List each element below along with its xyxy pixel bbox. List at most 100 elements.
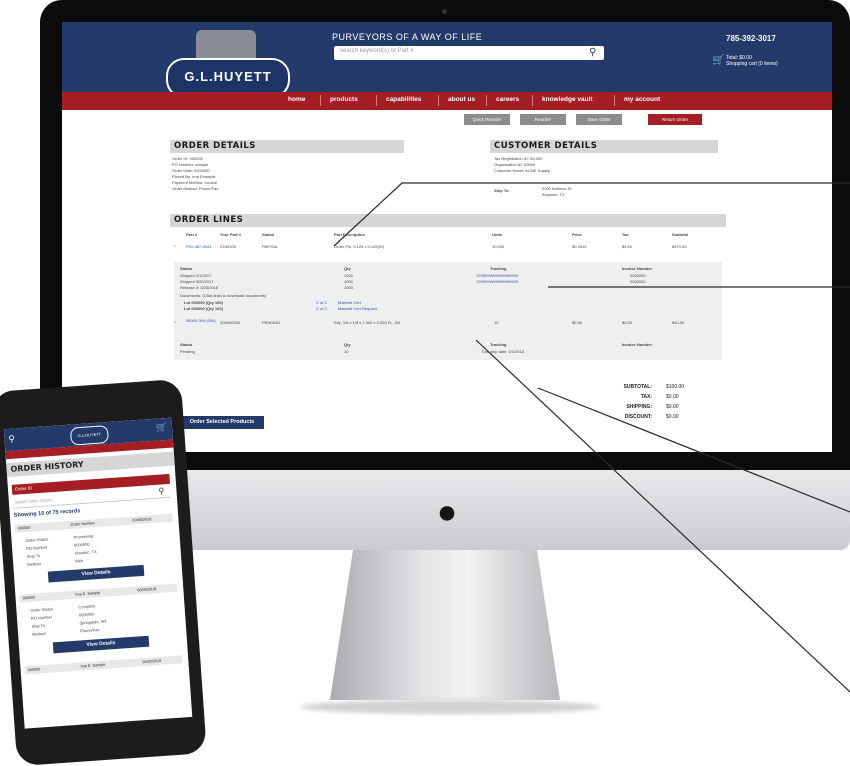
save-order-button[interactable]: Save Order [576,114,622,125]
detail1-qty-2: 1000 [344,279,353,284]
row1-tax: $4.00 [622,244,633,249]
nav-divider [320,95,321,106]
nav-divider [486,95,487,106]
col-subtotal: Subtotal [672,232,688,237]
card-order-date: 00/00/2018 [137,587,157,593]
cart-summary[interactable]: Total: $0.00 Shopping cart (0 items) [726,55,778,67]
quick-reorder-button[interactable]: Quick Reorder [464,114,510,125]
nav-home[interactable]: home [288,96,305,103]
logo-truck-icon [196,30,256,60]
order-date: Order Date: 00/00/00 [172,168,210,173]
ship-to-label: Ship To: [494,188,510,193]
detail2-status: Pending [180,349,195,354]
order-card-header[interactable]: 000000 Ima E. Sample 00/00/2018 [19,583,178,603]
detail1-qty-1: 1000 [344,273,353,278]
search-icon[interactable]: ⚲ [158,486,164,495]
detail1-tracking-1[interactable]: 1Z9999W99999999999 [476,273,518,278]
row2-price: $0.40 [572,320,583,325]
search-icon[interactable]: ⚲ [8,434,15,445]
site-header: G.L.HUYETT PURVEYORS OF A WAY OF LIFE se… [62,22,832,98]
cart-icon[interactable]: 🛒 [156,422,168,434]
camera-icon [442,9,447,14]
card-order-label: Ima E. Sample [80,662,106,669]
site-logo[interactable]: G.L.HUYETT [166,30,290,100]
nav-about-us[interactable]: about us [448,96,475,103]
return-order-button[interactable]: Return Order [648,114,702,125]
site-tagline: PURVEYORS OF A WAY OF LIFE [332,32,483,42]
customer-details-title: CUSTOMER DETAILS [490,140,718,153]
shipping-value: $0.00 [666,404,679,410]
order-lines-title: ORDER LINES [170,214,726,227]
card-field-value: 0000000 [73,541,90,548]
detail1-tracking-header: Tracking [490,266,507,271]
apple-logo-icon: ● [436,493,458,531]
card-order-id: 000000 [27,667,41,673]
row1-status: PARTIAL [262,244,279,249]
row1-price: $0.4510 [572,244,587,249]
card-order-id: 000000 [17,525,31,531]
cart-icon[interactable]: 🛒 [712,55,724,66]
nav-divider [532,95,533,106]
detail1-status-3: Release 3: 3/23/2018 [180,285,219,290]
detail1-qty-header: Qty [344,266,351,271]
reorder-button[interactable]: Reorder [520,114,566,125]
nav-products[interactable]: products [330,96,358,103]
ship-to-address: 0000 Address St [542,186,572,191]
search-input[interactable]: search keyword(s) or Part # ⚲ [334,46,604,60]
detail2-invoice-header: Invoice Number [622,342,653,347]
view-details-button[interactable]: View Details [47,564,145,583]
coc-link-2[interactable]: C of C [316,306,327,311]
view-details-button[interactable]: View Details [52,635,150,654]
search-icon[interactable]: ⚲ [589,46,596,60]
coc-link-1[interactable]: C of C [316,300,327,305]
detail1-tracking-2[interactable]: 1Z9999W99999999999 [476,279,518,284]
nav-capabilities[interactable]: capabilities [386,96,421,103]
card-field-value: Phone/Fax [79,627,100,634]
material-cert-link[interactable]: Material Cert [338,300,361,305]
row2-units: 10 [494,320,499,325]
order-card-header[interactable]: 000000 Ima E. Sample 00/00/2018 [24,655,183,675]
tax-label: TAX: [640,394,652,400]
card-order-date: 00/00/2018 [142,658,162,665]
row2-your-part: Z00000000 [220,320,241,325]
po-number: PO Number: sample [172,162,209,167]
phone-number[interactable]: 785-392-3017 [726,34,776,43]
card-field-label: Method [31,630,46,637]
nav-careers[interactable]: careers [496,96,519,103]
row1-units: 10,000 [492,244,505,249]
card-field-value: Houston, TX [74,549,97,556]
card-field-label: PO Number [30,614,53,621]
row2-part-number[interactable]: 05000-000 (000) [186,318,216,323]
detail1-qty-3: 1000 [344,285,353,290]
mobile-logo[interactable]: G.L.HUYETT [69,425,109,446]
row1-part-number[interactable]: P01-987-6543 [186,244,211,249]
detail1-invoice-1: 0000000 [630,273,646,278]
phone-shell: ⚲ G.L.HUYETT 🛒 ORDER HISTORY Order ID Se… [0,378,207,766]
nav-knowledge-vault[interactable]: knowledge vault [542,96,593,103]
records-count: Showing 10 of 75 records [13,508,81,519]
col-units: Units [492,232,502,237]
cart-items: Shopping cart (0 items) [726,61,778,67]
order-method: Order Method: Phone/Fax [172,186,219,191]
card-order-label: Ima E. Sample [75,590,101,597]
col-part-number: Part # [186,232,198,237]
lot-2: Lot 000000 (Qty 100) [184,306,223,311]
row2-status: PENDING [262,320,281,325]
detail2-ship-date: Est. ship date: 3/1/2018 [482,349,525,354]
card-order-label: Order Number [70,521,95,527]
col-description: Part Description [334,232,365,237]
col-price: Price [572,232,582,237]
row-checkbox[interactable]: ○ [174,243,176,248]
nav-my-account[interactable]: my account [624,96,660,103]
row-checkbox[interactable]: ○ [174,319,176,324]
card-field-label: Ship To [26,553,41,559]
mobile-screen: ⚲ G.L.HUYETT 🛒 ORDER HISTORY Order ID Se… [3,417,193,729]
customer-name: Customer Name: ACME Supply [494,168,551,173]
detail2-qty: 10 [344,349,349,354]
nav-divider [438,95,439,106]
row2-subtotal: $40.00 [672,320,685,325]
imac-stand [330,550,560,700]
order-id: Order ID: 000000 [172,156,203,161]
detail1-invoice-header: Invoice Number [622,266,653,271]
material-cert-request-link[interactable]: Material Cert Request [338,306,377,311]
